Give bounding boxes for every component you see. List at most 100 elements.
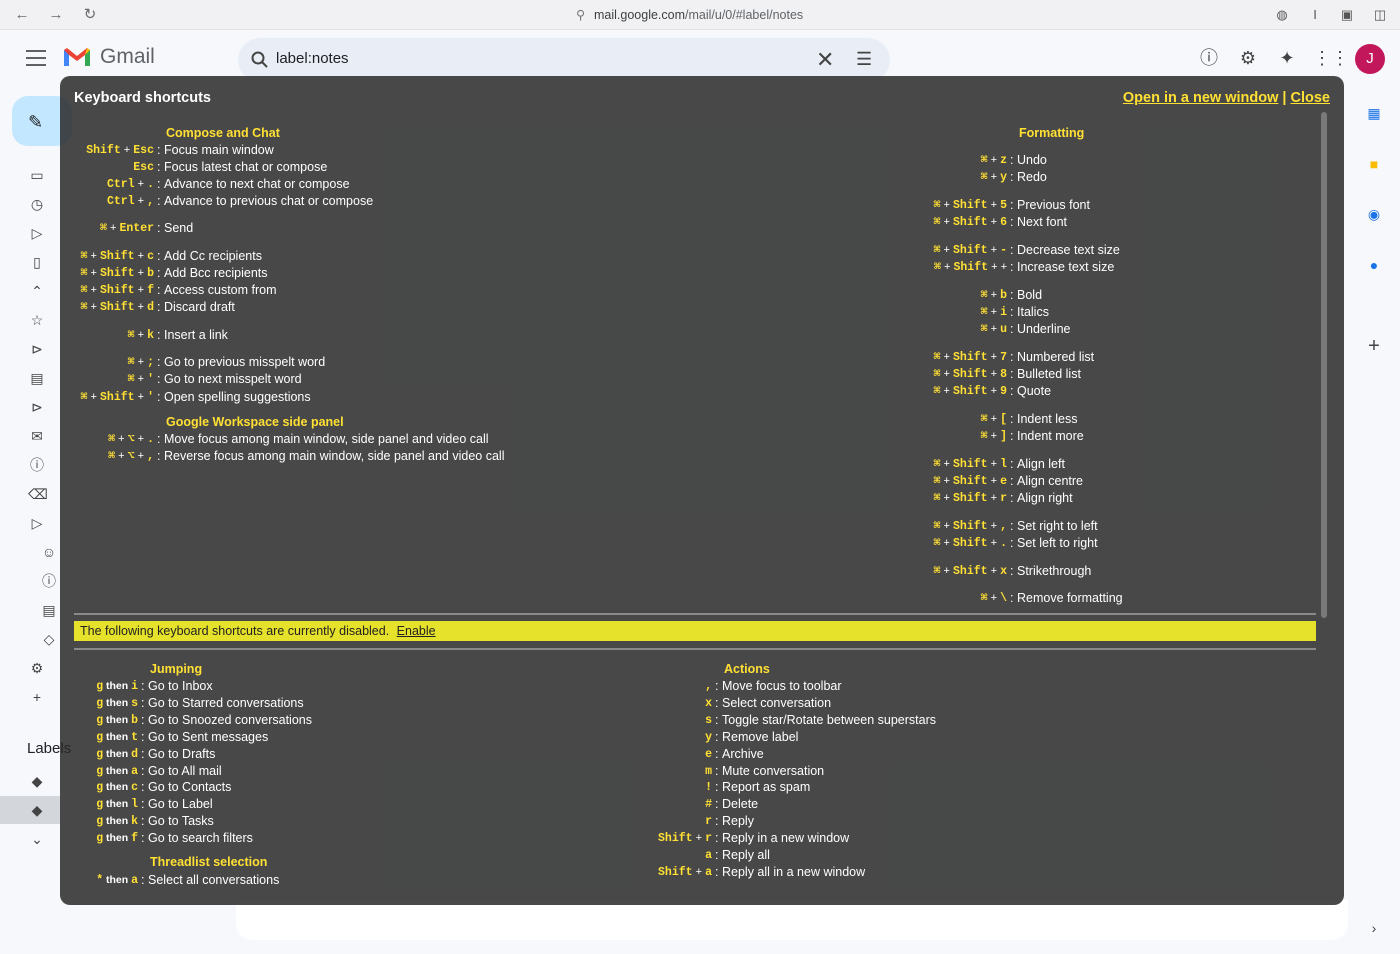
- dialog-scrollbar[interactable]: [1321, 112, 1327, 618]
- promotions-tag-icon[interactable]: ◇: [40, 630, 58, 648]
- shortcut-keys: ⌘ + \: [980, 592, 1007, 605]
- bin-icon[interactable]: ⌫: [28, 485, 48, 503]
- tabs-icon[interactable]: ▣: [1337, 5, 1357, 25]
- label-tag-icon[interactable]: ◆: [28, 772, 46, 790]
- shortcut-colon: :: [157, 177, 161, 191]
- reload-icon[interactable]: ↻: [80, 5, 100, 25]
- gemini-sparkle-icon[interactable]: ✦: [1275, 46, 1299, 70]
- shortcut-colon: :: [1010, 457, 1014, 471]
- address-bar[interactable]: ⚲ mail.google.com/mail/u/0/#label/notes: [576, 7, 803, 22]
- forward-icon[interactable]: →: [46, 5, 66, 25]
- enable-shortcuts-link[interactable]: Enable: [397, 624, 436, 638]
- updates-icon[interactable]: ⓘ: [40, 572, 58, 590]
- expand-panel-chevron-icon[interactable]: ›: [1364, 918, 1384, 938]
- shortcut-keys: ⌘ + Shift + f: [80, 284, 154, 297]
- shortcut-keys: r: [705, 815, 712, 828]
- help-icon[interactable]: ⓘ: [1197, 46, 1221, 70]
- shortcut-colon: :: [715, 679, 719, 693]
- site-info-icon[interactable]: ⚲: [576, 7, 588, 22]
- shortcut-colon: :: [1010, 305, 1014, 319]
- add-addon-plus-icon[interactable]: +: [1364, 336, 1384, 356]
- star-icon[interactable]: ☆: [28, 311, 46, 329]
- search-icon[interactable]: [250, 50, 270, 70]
- text-cursor-icon[interactable]: I: [1305, 5, 1325, 25]
- shortcut-description: Delete: [722, 797, 759, 811]
- forums-icon[interactable]: ▤: [40, 601, 58, 619]
- shortcut-colon: :: [715, 696, 719, 710]
- manage-labels-gear-icon[interactable]: ⚙: [28, 659, 46, 677]
- scheduled-icon[interactable]: ⊳: [28, 398, 46, 416]
- main-menu-icon[interactable]: [26, 50, 46, 66]
- shortcut-colon: :: [1010, 170, 1014, 184]
- shortcut-colon: :: [1010, 322, 1014, 336]
- sidebar-toggle-icon[interactable]: ◫: [1370, 5, 1390, 25]
- shortcut-keys: ⌘ + Shift + 7: [933, 351, 1007, 364]
- shortcut-description: Mute conversation: [722, 764, 825, 778]
- create-label-plus-icon[interactable]: +: [28, 688, 46, 706]
- shortcut-keys: ⌘ + Shift + 8: [933, 368, 1007, 381]
- open-new-window-link[interactable]: Open in a new window: [1123, 90, 1278, 106]
- shortcut-colon: :: [1010, 591, 1014, 605]
- shortcut-row: :Forwardf: [60, 881, 61, 893]
- shortcut-colon: :: [157, 328, 161, 342]
- drafts-icon[interactable]: ▯: [28, 253, 46, 271]
- shortcut-description: Go to search filters: [148, 831, 253, 845]
- more-chevron-icon[interactable]: ⌄: [28, 830, 46, 848]
- shortcut-description: Report as spam: [722, 780, 811, 794]
- shortcut-description: Reverse focus among main window, side pa…: [164, 449, 505, 463]
- shortcut-description: Bold: [1017, 288, 1043, 302]
- shortcut-description: Go to All mail: [148, 764, 222, 778]
- important-icon[interactable]: ⊳: [28, 340, 46, 358]
- calendar-icon[interactable]: ▦: [1364, 103, 1384, 123]
- keep-icon[interactable]: ■: [1364, 154, 1384, 174]
- divider-top: [74, 613, 1316, 615]
- apps-grid-icon[interactable]: ⋮⋮: [1313, 46, 1349, 70]
- account-avatar[interactable]: J: [1355, 44, 1385, 74]
- shortcut-description: Decrease text size: [1017, 243, 1120, 257]
- shortcut-colon: :: [715, 730, 719, 744]
- snoozed-clock-icon[interactable]: ◷: [28, 195, 46, 213]
- shortcut-keys: ⌘ + Shift + ': [80, 391, 154, 404]
- shortcut-keys: g then f: [96, 832, 138, 845]
- section-heading-formatting: Formatting: [1019, 126, 1085, 140]
- extension-icon[interactable]: ◍: [1272, 5, 1292, 25]
- close-link[interactable]: Close: [1291, 90, 1331, 106]
- all-mail-icon[interactable]: ✉: [28, 427, 46, 445]
- shortcut-description: Undo: [1017, 153, 1047, 167]
- shortcut-description: Go to previous misspelt word: [164, 355, 326, 369]
- shortcut-keys: ⌘ + Shift + ,: [933, 520, 1007, 533]
- gmail-logo-icon[interactable]: [62, 46, 92, 68]
- shortcut-description: Strikethrough: [1017, 564, 1092, 578]
- tasks-icon[interactable]: ◉: [1364, 204, 1384, 224]
- categories-label-icon[interactable]: ▷: [28, 514, 46, 532]
- shortcut-keys: ⌘ + Enter: [100, 222, 154, 235]
- shortcut-colon: :: [715, 848, 719, 862]
- shortcut-colon: :: [141, 679, 145, 693]
- clear-search-icon[interactable]: ✕: [816, 47, 834, 73]
- shortcut-description: Set left to right: [1017, 536, 1098, 550]
- shortcut-description: Advance to next chat or compose: [164, 177, 350, 191]
- spam-icon[interactable]: ⓘ: [28, 456, 46, 474]
- shortcut-description: Indent less: [1017, 412, 1078, 426]
- inbox-icon[interactable]: ▭: [28, 166, 46, 184]
- shortcut-description: Focus latest chat or compose: [164, 160, 328, 174]
- social-icon[interactable]: ☺: [40, 543, 58, 561]
- sent-icon[interactable]: ▷: [28, 224, 46, 242]
- shortcut-description: Numbered list: [1017, 350, 1095, 364]
- shortcut-colon: :: [715, 764, 719, 778]
- shortcut-keys: Shift + a: [658, 866, 712, 879]
- shortcut-colon: :: [141, 831, 145, 845]
- search-input[interactable]: label:notes: [276, 50, 349, 67]
- settings-gear-icon[interactable]: ⚙: [1236, 46, 1260, 70]
- less-chevron-icon[interactable]: ⌃: [28, 282, 46, 300]
- shortcut-description: Bulleted list: [1017, 367, 1081, 381]
- search-options-icon[interactable]: ☰: [856, 49, 872, 70]
- chats-icon[interactable]: ▤: [28, 369, 46, 387]
- shortcut-colon: :: [157, 249, 161, 263]
- shortcut-colon: :: [157, 449, 161, 463]
- shortcut-description: Advance to previous chat or compose: [164, 194, 374, 208]
- notes-label-tag-icon[interactable]: ◆: [28, 801, 46, 819]
- shortcut-description: Go to next misspelt word: [164, 372, 302, 386]
- contacts-icon[interactable]: ●: [1364, 255, 1384, 275]
- back-icon[interactable]: ←: [12, 5, 32, 25]
